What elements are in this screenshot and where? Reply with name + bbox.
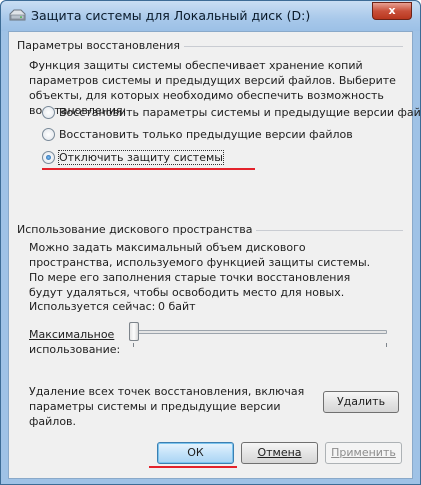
max-usage-label: Максимальное использование:: [29, 327, 120, 357]
disk-description: Можно задать максимальный объем дисковог…: [29, 241, 371, 299]
max-usage-label-line2: использование:: [29, 343, 121, 356]
delete-button[interactable]: Удалить: [323, 391, 399, 413]
radio-button[interactable]: [42, 127, 55, 141]
radio-button-selected[interactable]: [42, 150, 55, 164]
used-label: Используется сейчас:: [29, 300, 156, 313]
radio-label: Восстановить параметры системы и предыду…: [59, 105, 421, 119]
radio-label: Восстановить только предыдущие версии фа…: [59, 127, 353, 141]
max-usage-slider-track[interactable]: [129, 330, 387, 334]
radio-restore-files-only[interactable]: Восстановить только предыдущие версии фа…: [42, 126, 353, 142]
disk-group-title: Использование дискового пространства: [17, 223, 257, 236]
radio-disable-protection[interactable]: Отключить защиту системы: [42, 149, 224, 165]
title-bar[interactable]: Защита системы для Локальный диск (D:) x: [1, 1, 420, 31]
cancel-button[interactable]: Отмена: [241, 442, 318, 464]
cancel-button-label: Отмена: [257, 446, 302, 459]
max-usage-label-line1: Максимальное: [29, 328, 115, 341]
drive-icon: [9, 9, 26, 21]
restore-group-title: Параметры восстановления: [17, 39, 184, 52]
radio-restore-all[interactable]: Восстановить параметры системы и предыду…: [42, 104, 421, 120]
radio-button[interactable]: [42, 105, 55, 119]
apply-button[interactable]: Применить: [325, 442, 402, 464]
slider-tick: [386, 343, 387, 347]
window-title: Защита системы для Локальный диск (D:): [31, 8, 311, 23]
close-button[interactable]: x: [372, 2, 412, 20]
dialog-client-area: Параметры восстановления Функция защиты …: [8, 31, 421, 479]
dialog-window: Защита системы для Локальный диск (D:) x…: [0, 0, 421, 485]
ok-button[interactable]: ОК: [157, 442, 234, 464]
max-usage-slider-thumb[interactable]: [129, 322, 139, 341]
red-annotation-underline: [149, 466, 237, 468]
slider-tick: [133, 343, 134, 347]
delete-description: Удаление всех точек восстановления, вклю…: [29, 385, 305, 428]
radio-label: Отключить защиту системы: [58, 149, 224, 165]
apply-button-label: Применить: [331, 446, 396, 459]
red-annotation-underline: [42, 168, 255, 170]
used-value: 0 байт: [158, 300, 196, 313]
